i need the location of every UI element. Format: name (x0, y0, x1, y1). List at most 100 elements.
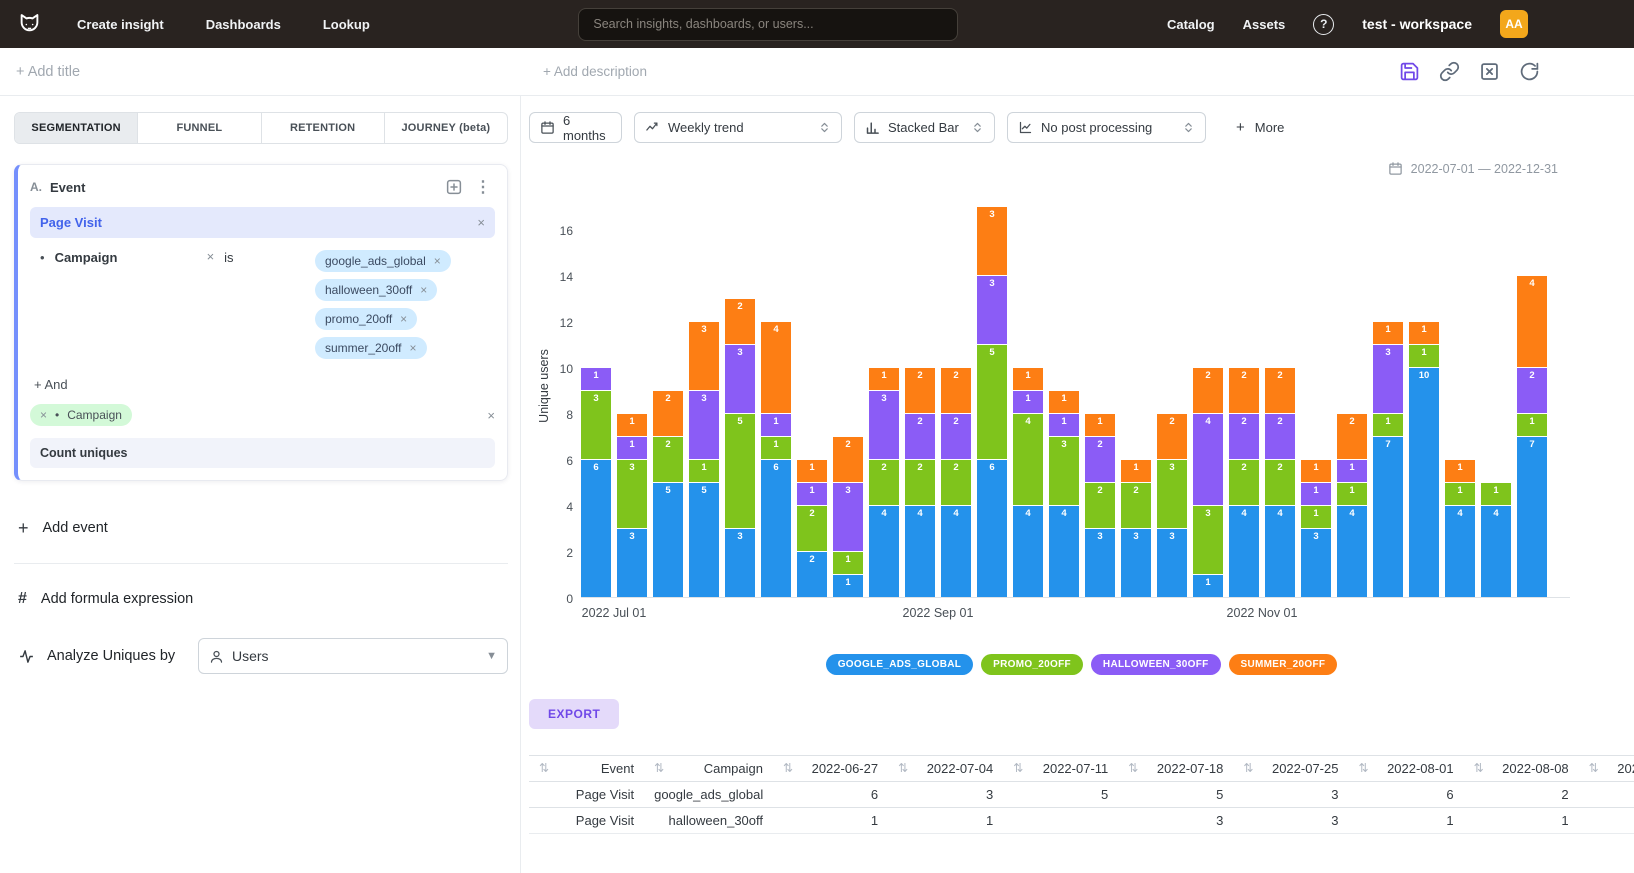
sort-icon[interactable]: ⇅ (1358, 761, 1368, 775)
bar-2022-07-25[interactable]: 3532 (725, 298, 755, 597)
analyze-by-select[interactable]: Users ▼ (198, 638, 508, 674)
bar-segment-promo_20off[interactable]: 3 (1049, 436, 1079, 505)
bar-segment-summer_20off[interactable]: 1 (1373, 321, 1403, 344)
bar-segment-halloween_30off[interactable]: 3 (1373, 344, 1403, 413)
bar-segment-promo_20off[interactable]: 5 (725, 413, 755, 528)
bar-2022-12-12[interactable]: 411 (1445, 459, 1475, 597)
bar-segment-halloween_30off[interactable]: 1 (1049, 413, 1079, 436)
bar-2022-12-19[interactable]: 41 (1481, 482, 1511, 597)
legend-item-halloween-30off[interactable]: HALLOWEEN_30OFF (1091, 654, 1221, 675)
bar-segment-promo_20off[interactable]: 1 (1373, 413, 1403, 436)
bar-segment-summer_20off[interactable]: 1 (1445, 459, 1475, 482)
bar-2022-10-31[interactable]: 4222 (1229, 367, 1259, 597)
bar-2022-08-22[interactable]: 4231 (869, 367, 899, 597)
bar-segment-halloween_30off[interactable]: 1 (1013, 390, 1043, 413)
bar-2022-12-05[interactable]: 1011 (1409, 321, 1439, 597)
bar-segment-summer_20off[interactable]: 4 (761, 321, 791, 413)
bar-segment-summer_20off[interactable]: 2 (905, 367, 935, 413)
filter-property-name[interactable]: Campaign (55, 250, 207, 265)
bar-segment-google_ads_global[interactable]: 10 (1409, 367, 1439, 597)
post-processing-select[interactable]: No post processing (1007, 112, 1206, 143)
bar-segment-google_ads_global[interactable]: 3 (1085, 528, 1115, 597)
bar-2022-08-15[interactable]: 1132 (833, 436, 863, 597)
bar-segment-google_ads_global[interactable]: 2 (797, 551, 827, 597)
add-formula-button[interactable]: # Add formula expression (14, 590, 508, 608)
bar-segment-promo_20off[interactable]: 3 (581, 390, 611, 459)
bar-segment-google_ads_global[interactable]: 6 (977, 459, 1007, 597)
bar-segment-promo_20off[interactable]: 3 (617, 459, 647, 528)
bar-segment-google_ads_global[interactable]: 4 (941, 505, 971, 597)
remove-value-icon[interactable]: × (400, 313, 407, 325)
bar-segment-summer_20off[interactable]: 2 (1157, 413, 1187, 459)
add-description-button[interactable]: + Add description (543, 64, 647, 79)
bar-2022-11-28[interactable]: 7131 (1373, 321, 1403, 597)
bar-2022-09-19[interactable]: 4411 (1013, 367, 1043, 597)
bar-segment-promo_20off[interactable]: 2 (653, 436, 683, 482)
remove-filter-icon[interactable]: × (207, 250, 215, 263)
bar-segment-summer_20off[interactable]: 1 (1409, 321, 1439, 344)
bar-segment-halloween_30off[interactable]: 1 (617, 436, 647, 459)
bar-segment-summer_20off[interactable]: 3 (689, 321, 719, 390)
bar-segment-promo_20off[interactable]: 2 (1229, 459, 1259, 505)
bar-segment-halloween_30off[interactable]: 2 (905, 413, 935, 459)
sort-icon[interactable]: ⇅ (783, 761, 793, 775)
sort-icon[interactable]: ⇅ (654, 761, 664, 775)
bar-2022-10-03[interactable]: 3221 (1085, 413, 1115, 597)
bar-segment-promo_20off[interactable]: 1 (761, 436, 791, 459)
bar-segment-google_ads_global[interactable]: 5 (689, 482, 719, 597)
tab-funnel[interactable]: FUNNEL (137, 113, 260, 143)
event-menu-icon[interactable]: ⋮ (471, 177, 495, 197)
bar-segment-summer_20off[interactable]: 1 (1301, 459, 1331, 482)
bar-segment-halloween_30off[interactable]: 1 (1301, 482, 1331, 505)
more-button[interactable]: + More (1236, 120, 1284, 135)
table-row[interactable]: Page Visitgoogle_ads_global635536214 (529, 782, 1634, 808)
remove-event-icon[interactable]: × (477, 216, 485, 229)
bar-segment-google_ads_global[interactable]: 4 (1013, 505, 1043, 597)
bar-segment-summer_20off[interactable]: 2 (1337, 413, 1367, 459)
save-icon[interactable] (1399, 61, 1420, 82)
bar-segment-google_ads_global[interactable]: 4 (1337, 505, 1367, 597)
add-title-button[interactable]: + Add title (16, 64, 80, 80)
search-input[interactable] (591, 16, 945, 32)
bar-segment-google_ads_global[interactable]: 4 (1229, 505, 1259, 597)
bar-segment-summer_20off[interactable]: 1 (1013, 367, 1043, 390)
bar-segment-halloween_30off[interactable]: 3 (689, 390, 719, 459)
legend-item-summer-20off[interactable]: SUMMER_20OFF (1229, 654, 1338, 675)
bar-segment-summer_20off[interactable]: 2 (1229, 367, 1259, 413)
nav-item-create-insight[interactable]: Create insight (77, 17, 164, 32)
tab-retention[interactable]: RETENTION (261, 113, 384, 143)
bar-segment-promo_20off[interactable]: 2 (1085, 482, 1115, 528)
bar-segment-summer_20off[interactable]: 1 (797, 459, 827, 482)
bar-segment-google_ads_global[interactable]: 4 (1481, 505, 1511, 597)
bar-segment-google_ads_global[interactable]: 6 (761, 459, 791, 597)
bar-segment-summer_20off[interactable]: 3 (977, 206, 1007, 275)
bar-2022-11-21[interactable]: 4112 (1337, 413, 1367, 597)
bar-segment-halloween_30off[interactable]: 1 (797, 482, 827, 505)
sort-icon[interactable]: ⇅ (1243, 761, 1253, 775)
trend-select[interactable]: Weekly trend (634, 112, 842, 143)
bar-segment-google_ads_global[interactable]: 3 (1121, 528, 1151, 597)
bar-segment-halloween_30off[interactable]: 3 (869, 390, 899, 459)
legend-item-promo-20off[interactable]: PROMO_20OFF (981, 654, 1083, 675)
sort-icon[interactable]: ⇅ (898, 761, 908, 775)
bar-segment-halloween_30off[interactable]: 1 (761, 413, 791, 436)
tab-journey-beta[interactable]: JOURNEY (beta) (384, 113, 507, 143)
bar-segment-promo_20off[interactable]: 5 (977, 344, 1007, 459)
bar-segment-promo_20off[interactable]: 3 (1157, 459, 1187, 528)
bar-2022-11-07[interactable]: 4222 (1265, 367, 1295, 597)
bar-segment-summer_20off[interactable]: 2 (653, 390, 683, 436)
date-range-button[interactable]: 6 months (529, 112, 622, 143)
bar-segment-promo_20off[interactable]: 1 (1481, 482, 1511, 505)
refresh-icon[interactable] (1519, 61, 1540, 82)
aggregation-row[interactable]: Count uniques (30, 438, 495, 468)
bar-segment-halloween_30off[interactable]: 2 (941, 413, 971, 459)
sort-icon[interactable]: ⇅ (1013, 761, 1023, 775)
bar-segment-google_ads_global[interactable]: 4 (1445, 505, 1475, 597)
bar-2022-07-18[interactable]: 5133 (689, 321, 719, 597)
bar-segment-halloween_30off[interactable]: 2 (1517, 367, 1547, 413)
bar-segment-summer_20off[interactable]: 2 (1193, 367, 1223, 413)
bar-2022-10-24[interactable]: 1342 (1193, 367, 1223, 597)
bar-segment-promo_20off[interactable]: 2 (1121, 482, 1151, 528)
bar-segment-promo_20off[interactable]: 1 (1301, 505, 1331, 528)
bar-2022-09-12[interactable]: 6533 (977, 206, 1007, 597)
